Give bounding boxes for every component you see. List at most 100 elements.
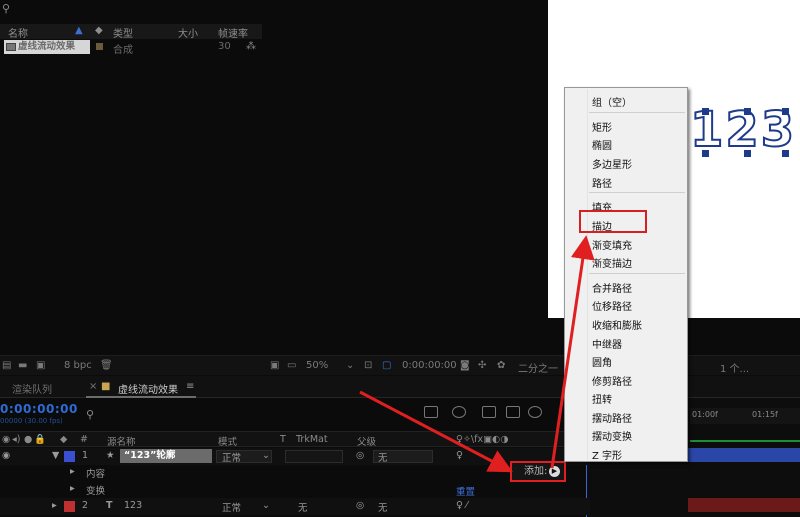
column-size[interactable]: 大小 xyxy=(178,25,198,40)
monitor-icon[interactable]: ▭ xyxy=(287,360,296,371)
transparency-grid-icon[interactable]: ▢ xyxy=(382,360,391,371)
column-parent[interactable]: 父级 xyxy=(357,434,376,448)
viewer-timecode[interactable]: 0:00:00:00 xyxy=(402,360,457,371)
audio-icon[interactable]: ◂) xyxy=(12,434,20,445)
search-icon[interactable]: ⚲ xyxy=(86,408,94,421)
transform-handle[interactable] xyxy=(744,150,751,157)
transform-handle[interactable] xyxy=(702,150,709,157)
region-icon[interactable]: ▣ xyxy=(270,360,279,371)
interpret-footage-icon[interactable]: ▤ xyxy=(2,360,11,371)
reset-link[interactable]: 重置 xyxy=(456,484,475,498)
transform-handle[interactable] xyxy=(782,150,789,157)
menu-item-pucker-bloat[interactable]: 收缩和膨胀 xyxy=(592,317,642,332)
new-composition-icon[interactable]: ▣ xyxy=(36,360,45,371)
chevron-right-icon[interactable]: ▸ xyxy=(70,466,75,477)
layer-mode[interactable]: 正常 xyxy=(222,500,241,514)
view-layout-select[interactable]: 1 个... xyxy=(720,360,749,375)
menu-item-rectangle[interactable]: 矩形 xyxy=(592,119,612,134)
property-transform[interactable]: 变换 xyxy=(86,483,105,497)
pickwhip-icon[interactable]: ◎ xyxy=(356,500,364,511)
menu-item-wiggle-paths[interactable]: 摆动路径 xyxy=(592,410,632,425)
menu-item-group[interactable]: 组（空） xyxy=(592,94,632,109)
menu-item-zig-zag[interactable]: Z 字形 xyxy=(592,447,622,462)
menu-item-round-corners[interactable]: 圆角 xyxy=(592,354,612,369)
property-row-contents[interactable]: ▸ 内容 xyxy=(0,464,590,481)
shy-switch-icon[interactable]: ♀ ⁄ xyxy=(456,500,468,511)
menu-item-trim-paths[interactable]: 修剪路径 xyxy=(592,373,632,388)
layer-1-bar[interactable] xyxy=(688,448,800,462)
search-icon[interactable]: ⚲ xyxy=(2,2,22,16)
property-contents[interactable]: 内容 xyxy=(86,466,105,480)
menu-item-repeater[interactable]: 中继器 xyxy=(592,336,622,351)
column-source-name[interactable]: 源名称 xyxy=(107,434,136,448)
fit-icon[interactable]: ⊡ xyxy=(364,360,372,371)
transform-handle[interactable] xyxy=(702,108,709,115)
trash-icon[interactable]: 🗑 xyxy=(100,360,113,371)
frame-blending-icon[interactable] xyxy=(506,406,520,418)
menu-item-ellipse[interactable]: 椭圆 xyxy=(592,137,612,152)
menu-item-merge-paths[interactable]: 合并路径 xyxy=(592,280,632,295)
project-item-row[interactable]: 虚线流动效果 合成 30 ⁂ xyxy=(0,40,262,56)
column-mode[interactable]: 模式 xyxy=(218,434,237,448)
column-type[interactable]: 类型 xyxy=(113,25,133,40)
eye-icon[interactable]: ◉ xyxy=(2,434,10,445)
layer-row[interactable]: ◉ ▼ 1 ★ “123”轮廓 正常 ⌄ ◎ 无 ♀ xyxy=(0,448,590,465)
sort-up-icon[interactable]: ▲ xyxy=(75,25,83,36)
pickwhip-icon[interactable]: ◎ xyxy=(356,450,364,461)
column-trkmat[interactable]: TrkMat xyxy=(296,434,328,445)
menu-item-polystar[interactable]: 多边星形 xyxy=(592,156,632,171)
transform-handle[interactable] xyxy=(744,108,751,115)
layer-label-color[interactable] xyxy=(64,501,75,512)
motion-blur-icon[interactable] xyxy=(528,406,542,418)
menu-item-wiggle-transform[interactable]: 摆动变换 xyxy=(592,428,632,443)
add-shape-button[interactable]: 添加: ▶ xyxy=(510,461,566,482)
shy-switch-icon[interactable]: ♀ xyxy=(456,450,463,461)
zoom-level[interactable]: 50% xyxy=(306,360,328,371)
bpc-label[interactable]: 8 bpc xyxy=(64,360,92,371)
eye-icon[interactable]: ◉ xyxy=(2,450,10,461)
draft-3d-icon[interactable] xyxy=(452,406,466,418)
chevron-down-icon[interactable]: ▼ xyxy=(52,450,59,461)
number-header: # xyxy=(80,434,88,445)
menu-item-gradient-stroke[interactable]: 渐变描边 xyxy=(592,255,632,270)
new-folder-icon[interactable]: ▬ xyxy=(18,360,27,371)
tab-render-queue[interactable]: 渲染队列 xyxy=(12,381,52,396)
column-name[interactable]: 名称 xyxy=(8,25,28,40)
shy-icon[interactable] xyxy=(482,406,496,418)
channel-icon[interactable]: ✣ xyxy=(478,360,486,371)
layer-label-color[interactable] xyxy=(64,451,75,462)
resolution-select[interactable]: 二分之一 xyxy=(518,360,558,375)
layer-trkmat[interactable]: 无 xyxy=(298,500,308,514)
column-fps[interactable]: 帧速率 xyxy=(218,25,248,40)
layer-name[interactable]: 123 xyxy=(124,500,142,511)
chevron-right-icon[interactable]: ▸ xyxy=(52,500,57,511)
work-area-bar[interactable] xyxy=(690,440,800,442)
chevron-down-icon[interactable]: ⌄ xyxy=(346,360,354,371)
lock-icon[interactable]: 🔒 xyxy=(34,434,46,445)
property-row-transform[interactable]: ▸ 变换 xyxy=(0,481,590,498)
ruler-tick: 01:00f xyxy=(692,410,718,419)
layer-name[interactable]: “123”轮廓 xyxy=(120,449,212,463)
column-t[interactable]: T xyxy=(280,434,286,445)
switches-icon[interactable]: ♀✧\fx▣◐◑ xyxy=(456,434,509,445)
menu-item-path[interactable]: 路径 xyxy=(592,175,612,190)
layer-2-bar[interactable] xyxy=(688,498,800,512)
color-wheel-icon[interactable]: ✿ xyxy=(497,360,505,371)
transform-handle[interactable] xyxy=(782,108,789,115)
flowchart-icon[interactable]: ⁂ xyxy=(246,41,256,52)
menu-item-gradient-fill[interactable]: 渐变填充 xyxy=(592,237,632,252)
chevron-right-icon[interactable]: ▸ xyxy=(70,483,75,494)
layer-row[interactable]: ▸ 2 T 123 正常 ⌄ 无 ◎ 无 ♀ ⁄ xyxy=(0,498,590,515)
project-item-type: 合成 xyxy=(113,45,133,56)
menu-item-twist[interactable]: 扭转 xyxy=(592,391,612,406)
layer-parent[interactable]: 无 xyxy=(378,500,388,514)
menu-item-offset-paths[interactable]: 位移路径 xyxy=(592,298,632,313)
label-color-swatch[interactable] xyxy=(96,43,103,50)
trkmat-select[interactable] xyxy=(285,450,343,463)
camera-icon[interactable]: ◙ xyxy=(460,360,470,371)
comp-mini-flowchart-icon[interactable] xyxy=(424,406,438,418)
timeline-timecode[interactable]: 0:00:00:00 xyxy=(0,402,78,416)
project-item-name[interactable]: 虚线流动效果 xyxy=(4,40,90,54)
solo-icon[interactable]: ● xyxy=(24,434,32,445)
time-ruler[interactable]: 01:00f 01:15f xyxy=(690,408,800,424)
